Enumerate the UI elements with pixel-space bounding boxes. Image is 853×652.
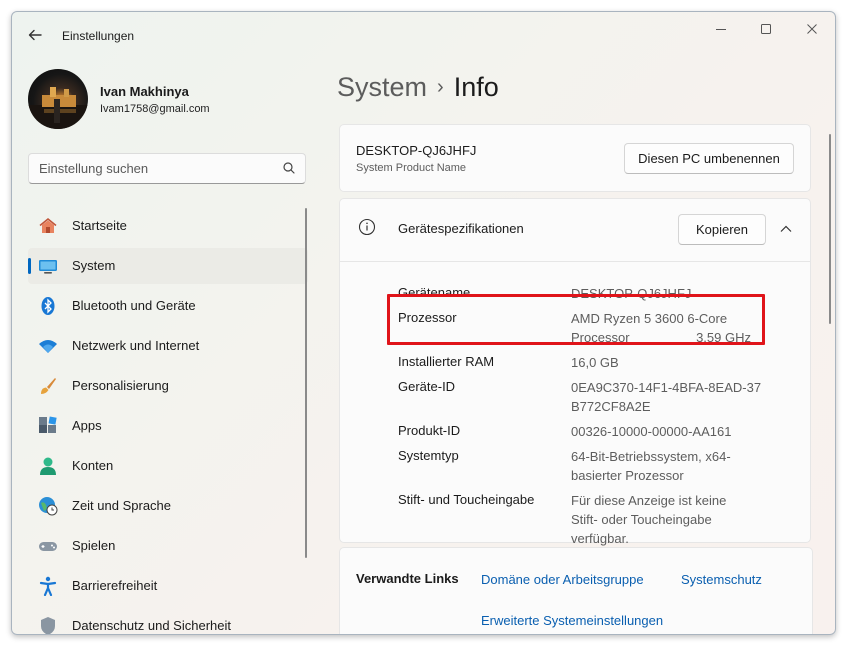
avatar[interactable] bbox=[28, 69, 88, 129]
search-box[interactable] bbox=[28, 153, 306, 184]
sidebar-item-personalization[interactable]: Personalisierung bbox=[28, 368, 308, 404]
related-links-label: Verwandte Links bbox=[356, 571, 459, 586]
sidebar-item-apps[interactable]: Apps bbox=[28, 408, 308, 444]
spec-value-line: B772CF8A2E bbox=[571, 399, 651, 414]
chevron-up-icon[interactable] bbox=[778, 221, 794, 237]
brush-icon bbox=[38, 376, 58, 396]
maximize-button[interactable] bbox=[757, 20, 775, 38]
spec-value: 0EA9C370-14F1-4BFA-8EAD-37 B772CF8A2E bbox=[571, 378, 761, 416]
sidebar-item-privacy[interactable]: Datenschutz und Sicherheit bbox=[28, 608, 308, 634]
monitor-icon bbox=[38, 256, 58, 276]
sidebar-nav: Startseite System Bluetooth und Geräte N… bbox=[28, 208, 308, 634]
sidebar-item-startseite[interactable]: Startseite bbox=[28, 208, 308, 244]
sidebar-item-system[interactable]: System bbox=[28, 248, 308, 284]
main-scrollbar[interactable] bbox=[829, 134, 831, 324]
shield-icon bbox=[38, 616, 58, 634]
sidebar-item-label: Datenschutz und Sicherheit bbox=[72, 618, 231, 633]
spec-value-line: 00326-10000-00000-AA161 bbox=[571, 424, 732, 439]
spec-label: Installierter RAM bbox=[398, 354, 495, 369]
spec-label: Produkt-ID bbox=[398, 423, 461, 438]
sidebar-item-label: Zeit und Sprache bbox=[72, 498, 172, 513]
spec-value: Für diese Anzeige ist keine Stift- oder … bbox=[571, 491, 726, 548]
related-links-card: Verwandte Links Domäne oder Arbeitsgrupp… bbox=[339, 547, 813, 634]
system-protection-link[interactable]: Systemschutz bbox=[681, 572, 762, 587]
rename-pc-button[interactable]: Diesen PC umbenennen bbox=[624, 143, 794, 174]
sidebar-item-label: Bluetooth und Geräte bbox=[72, 298, 196, 313]
sidebar-item-network[interactable]: Netzwerk und Internet bbox=[28, 328, 308, 364]
spec-label: Stift- und Toucheingabe bbox=[398, 492, 535, 507]
breadcrumb-separator: › bbox=[437, 76, 444, 98]
divider bbox=[340, 261, 810, 262]
spec-value: 64-Bit-Betriebssystem, x64- basierter Pr… bbox=[571, 447, 731, 485]
domain-workgroup-link[interactable]: Domäne oder Arbeitsgruppe bbox=[481, 572, 644, 587]
sidebar-item-bluetooth[interactable]: Bluetooth und Geräte bbox=[28, 288, 308, 324]
sidebar-item-accessibility[interactable]: Barrierefreiheit bbox=[28, 568, 308, 604]
sidebar-item-label: Startseite bbox=[72, 218, 127, 233]
sidebar-item-label: Konten bbox=[72, 458, 114, 473]
breadcrumb: System › Info bbox=[337, 72, 499, 103]
specs-title: Gerätespezifikationen bbox=[398, 221, 524, 236]
device-specs-card: Gerätespezifikationen Kopieren Gerätenam… bbox=[339, 198, 811, 546]
accessibility-icon bbox=[38, 576, 58, 597]
page-title: Info bbox=[453, 72, 499, 102]
device-card: DESKTOP-QJ6JHFJ System Product Name Dies… bbox=[339, 124, 811, 192]
sidebar-item-gaming[interactable]: Spielen bbox=[28, 528, 308, 564]
spec-value-line: 0EA9C370-14F1-4BFA-8EAD-37 bbox=[571, 380, 762, 395]
breadcrumb-parent[interactable]: System bbox=[337, 72, 427, 102]
copy-button[interactable]: Kopieren bbox=[678, 214, 766, 245]
advanced-system-settings-link[interactable]: Erweiterte Systemeinstellungen bbox=[481, 613, 663, 628]
info-icon bbox=[358, 218, 376, 236]
app-title: Einstellungen bbox=[62, 29, 135, 43]
spec-value: 16,0 GB bbox=[571, 353, 619, 372]
globe-clock-icon bbox=[38, 496, 58, 516]
spec-value-line: basierter Prozessor bbox=[571, 468, 684, 483]
search-icon[interactable] bbox=[281, 160, 297, 176]
spec-value-line: 64-Bit-Betriebssystem, x64- bbox=[571, 449, 731, 464]
spec-value-line: 16,0 GB bbox=[571, 355, 619, 370]
apps-icon bbox=[38, 416, 58, 436]
sidebar-item-accounts[interactable]: Konten bbox=[28, 448, 308, 484]
spec-label: Systemtyp bbox=[398, 448, 459, 463]
search-input[interactable] bbox=[39, 154, 269, 183]
person-icon bbox=[38, 456, 58, 476]
bluetooth-icon bbox=[38, 296, 58, 316]
spec-value-line: verfügbar. bbox=[571, 531, 629, 546]
minimize-button[interactable] bbox=[712, 20, 730, 38]
device-subtitle: System Product Name bbox=[356, 162, 467, 174]
sidebar-item-label: Spielen bbox=[72, 538, 116, 553]
specs-header[interactable]: Gerätespezifikationen Kopieren bbox=[340, 199, 810, 261]
title-bar: Einstellungen bbox=[12, 12, 835, 58]
gamepad-icon bbox=[38, 536, 58, 556]
sidebar-item-label: Apps bbox=[72, 418, 102, 433]
device-name: DESKTOP-QJ6JHFJ bbox=[356, 143, 477, 158]
close-button[interactable] bbox=[803, 20, 821, 38]
spec-value: 00326-10000-00000-AA161 bbox=[571, 422, 731, 441]
sidebar-item-time-language[interactable]: Zeit und Sprache bbox=[28, 488, 308, 524]
home-icon bbox=[38, 216, 58, 236]
profile-email: Ivam1758@gmail.com bbox=[100, 103, 210, 115]
settings-window: Einstellungen Ivan Makhinya Ivam1758@gma… bbox=[11, 11, 836, 635]
spec-value-line: Stift- oder Toucheingabe bbox=[571, 512, 712, 527]
sidebar-item-label: Barrierefreiheit bbox=[72, 578, 158, 593]
wifi-icon bbox=[38, 336, 58, 356]
sidebar-item-label: Personalisierung bbox=[72, 378, 169, 393]
spec-value-line: Für diese Anzeige ist keine bbox=[571, 493, 727, 508]
back-arrow-icon[interactable] bbox=[26, 26, 44, 44]
sidebar-scrollbar[interactable] bbox=[305, 208, 307, 558]
processor-highlight-box bbox=[387, 294, 765, 345]
profile-name: Ivan Makhinya bbox=[100, 84, 189, 99]
spec-label: Geräte-ID bbox=[398, 379, 456, 394]
sidebar-item-label: Netzwerk und Internet bbox=[72, 338, 200, 353]
sidebar-item-label: System bbox=[72, 258, 116, 273]
